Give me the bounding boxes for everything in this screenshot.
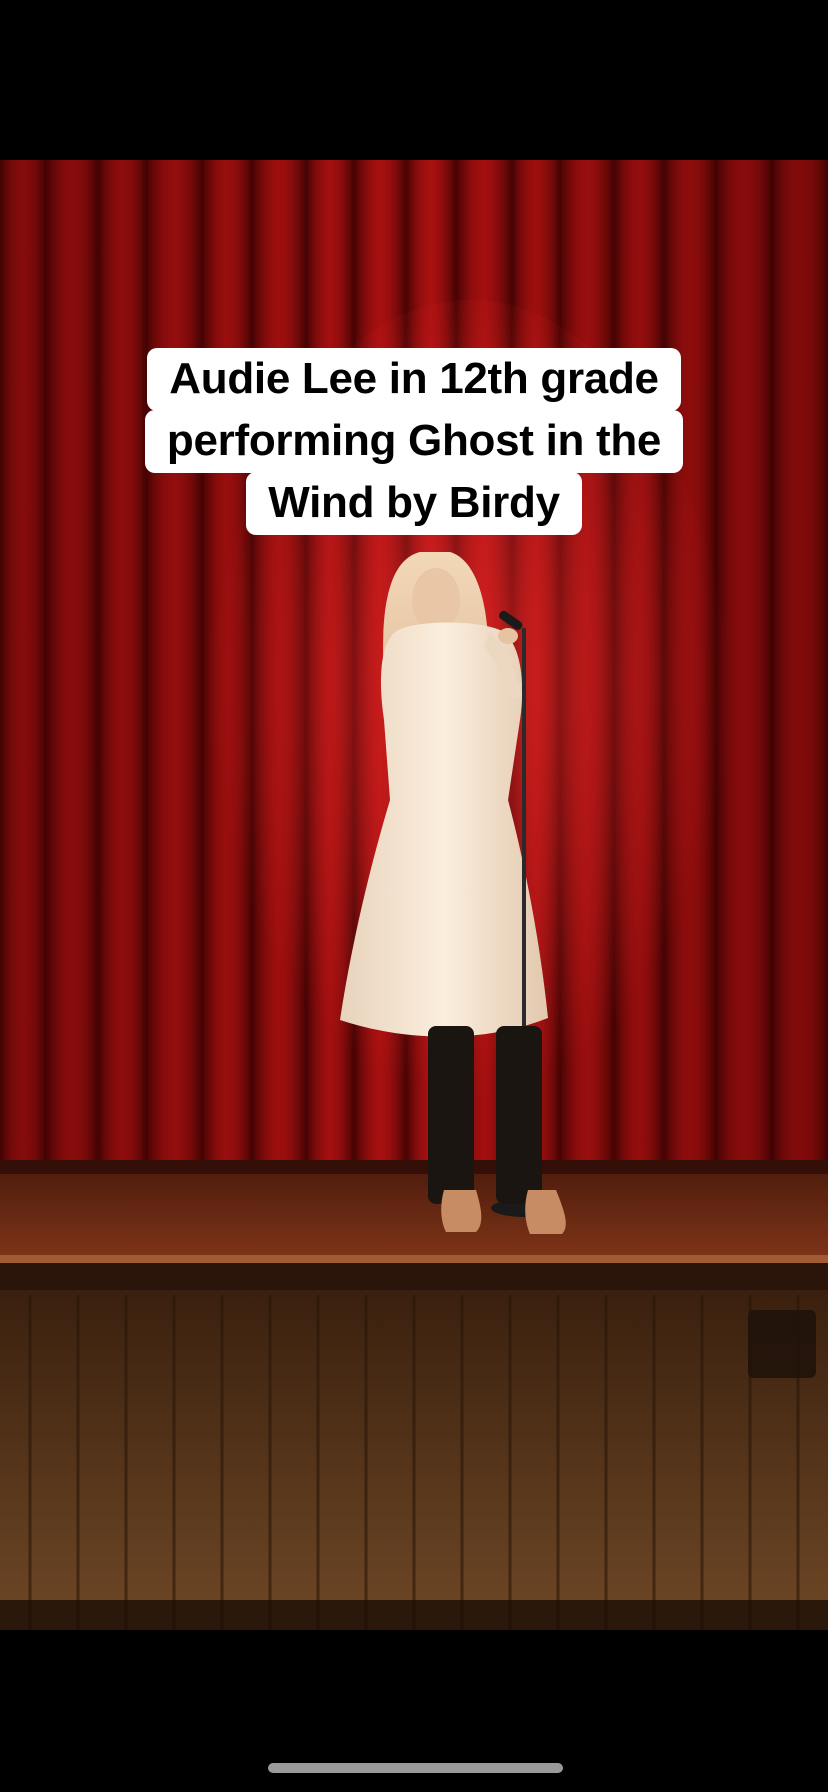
video-screen[interactable]: Audie Lee in 12th grade performing Ghost…	[0, 0, 828, 1792]
video-caption: Audie Lee in 12th grade performing Ghost…	[0, 348, 828, 535]
home-indicator[interactable]	[268, 1763, 563, 1773]
caption-line-2: performing Ghost in the	[144, 410, 684, 473]
caption-line-1: Audie Lee in 12th grade	[147, 348, 681, 411]
caption-line-3: Wind by Birdy	[246, 472, 582, 535]
